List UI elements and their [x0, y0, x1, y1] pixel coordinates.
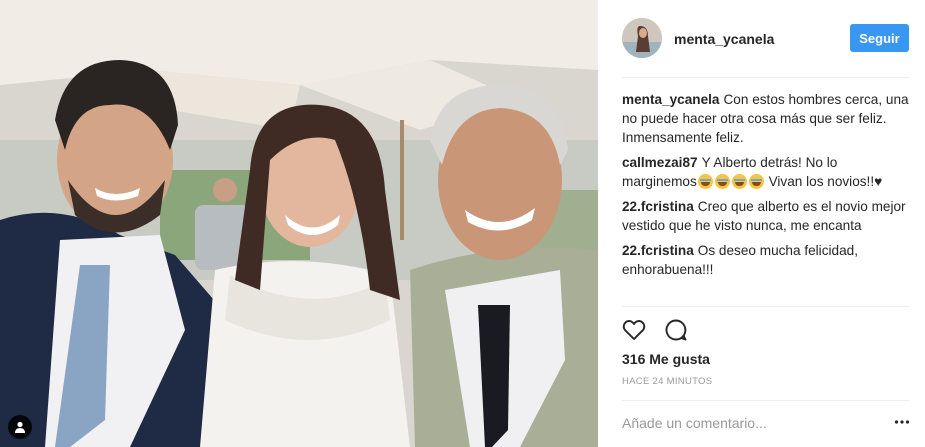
header-divider	[622, 77, 909, 78]
post-header: menta_ycanela Seguir	[598, 0, 925, 77]
tears-of-joy-emoji-icon	[731, 174, 747, 189]
tears-of-joy-emoji-icon	[697, 174, 713, 189]
heart-icon	[622, 320, 646, 340]
comment-button[interactable]	[664, 318, 688, 342]
more-options-icon	[894, 420, 910, 424]
like-button[interactable]	[622, 318, 646, 342]
post-actions	[622, 318, 688, 342]
tagged-people-button[interactable]	[8, 415, 32, 439]
comment-author[interactable]: menta_ycanela	[622, 92, 719, 107]
follow-button[interactable]: Seguir	[850, 24, 909, 52]
post-photo[interactable]	[0, 0, 598, 447]
avatar-image	[622, 18, 662, 58]
tears-of-joy-emoji-icon	[748, 174, 764, 189]
comment-text-continued: Vivan los novios!!	[764, 174, 875, 189]
post-timestamp[interactable]: HACE 24 MINUTOS	[622, 376, 712, 387]
post-username[interactable]: menta_ycanela	[674, 31, 774, 47]
comment-item: callmezai87 Y Alberto detrás! No lo margi…	[622, 153, 909, 191]
comment-item: 22.fcristina Os deseo mucha felicidad, en…	[622, 241, 909, 279]
comment-bubble-icon	[665, 319, 687, 341]
wedding-photo-illustration	[0, 0, 598, 447]
comment-author[interactable]: 22.fcristina	[622, 199, 694, 214]
actions-divider	[622, 306, 909, 307]
comment-input-divider	[622, 400, 909, 401]
comment-item: menta_ycanela Con estos hombres cerca, un…	[622, 90, 909, 147]
person-tag-icon	[15, 421, 25, 433]
black-heart-symbol: ♥	[874, 174, 883, 189]
likes-count[interactable]: 316 Me gusta	[622, 351, 710, 367]
avatar[interactable]	[622, 18, 662, 58]
post-sidebar: menta_ycanela Seguir menta_ycanela Con es…	[598, 0, 925, 447]
tears-of-joy-emoji-icon	[714, 174, 730, 189]
comment-item: 22.fcristina Creo que alberto es el novio…	[622, 197, 909, 235]
comment-author[interactable]: 22.fcristina	[622, 243, 694, 258]
comments-list: menta_ycanela Con estos hombres cerca, un…	[622, 90, 909, 285]
more-options-button[interactable]	[894, 414, 910, 430]
comment-author[interactable]: callmezai87	[622, 155, 698, 170]
add-comment-input[interactable]	[622, 414, 887, 432]
